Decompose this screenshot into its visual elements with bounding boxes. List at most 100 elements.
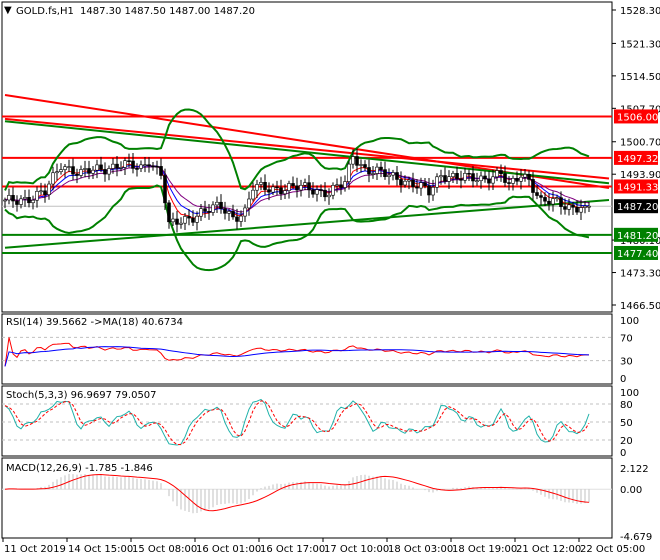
candle (347, 163, 351, 182)
rsi-tick-label: 100 (620, 316, 639, 327)
stoch-tick-label: 20 (620, 436, 633, 447)
candle (495, 170, 499, 178)
candle (167, 202, 171, 223)
candle (183, 216, 187, 224)
price-tick-label: 1521.30 (620, 39, 660, 50)
rsi-tick-label: 70 (620, 333, 633, 344)
candle (439, 175, 443, 178)
candle (539, 195, 543, 198)
candle (247, 198, 251, 209)
candle (151, 165, 155, 168)
candle (267, 189, 271, 193)
candle (363, 164, 367, 168)
candle (187, 216, 191, 219)
candle (39, 190, 43, 193)
price-tick-label: 1466.50 (620, 301, 660, 312)
candle (395, 172, 399, 180)
candle (27, 197, 31, 204)
candle (295, 185, 299, 191)
candle (559, 197, 563, 207)
candle (223, 208, 227, 214)
candle (127, 160, 131, 162)
rsi-tick-label: 30 (620, 357, 633, 368)
candle (99, 164, 103, 170)
candle (351, 156, 355, 165)
candle (563, 206, 567, 210)
candle (547, 200, 551, 205)
candle (407, 179, 411, 182)
candle (231, 211, 235, 218)
candle (423, 182, 427, 187)
candle (243, 207, 247, 217)
candle (379, 166, 383, 170)
candle (447, 176, 451, 182)
candle (419, 182, 423, 189)
candle (575, 206, 579, 213)
candle (143, 164, 147, 166)
candle (15, 200, 19, 205)
candle (23, 197, 27, 200)
candle (87, 168, 91, 174)
candle (555, 197, 559, 199)
candle (411, 179, 415, 188)
candle (471, 173, 475, 182)
candle (291, 183, 295, 187)
candle (115, 163, 119, 169)
candle (7, 195, 11, 201)
candle (171, 218, 175, 223)
candle (391, 172, 395, 176)
candle (139, 164, 143, 169)
candle (383, 169, 387, 177)
candle (511, 178, 515, 184)
candle (19, 198, 23, 205)
candle (359, 164, 363, 166)
candle (123, 160, 127, 168)
candle (11, 195, 15, 202)
stoch-tick-label: 50 (620, 418, 633, 429)
candle (159, 166, 163, 176)
candle (571, 204, 575, 208)
candle (207, 211, 211, 213)
price-level-label: 1491.33 (617, 182, 658, 193)
candle (543, 197, 547, 202)
candle (491, 176, 495, 184)
time-tick-label: 16 Oct 01:00 (196, 544, 261, 555)
candle (103, 169, 107, 175)
candle (343, 181, 347, 188)
price-level-label: 1506.00 (617, 112, 658, 123)
candle (119, 167, 123, 169)
candle (83, 168, 87, 170)
candle (215, 201, 219, 206)
candle (323, 189, 327, 198)
candle (311, 189, 315, 195)
candle (211, 204, 215, 213)
time-tick-label: 17 Oct 10:00 (324, 544, 389, 555)
candle (551, 198, 555, 205)
candle (195, 215, 199, 223)
candle (203, 208, 207, 212)
symbol-triangle-icon[interactable]: ▼ (4, 5, 12, 16)
candle (483, 175, 487, 180)
candle (219, 201, 223, 209)
candle (467, 172, 471, 175)
candle (587, 205, 591, 208)
candle (111, 163, 115, 169)
candle (339, 184, 343, 188)
price-level-label: 1497.32 (617, 154, 658, 165)
candle (503, 173, 507, 183)
candle (255, 184, 259, 191)
stoch-tick-label: 0 (620, 448, 626, 459)
candle (175, 218, 179, 225)
candle (527, 174, 531, 180)
trading-chart[interactable]: 1528.301521.301514.501507.701500.701493.… (0, 0, 660, 560)
candle (67, 166, 71, 168)
time-tick-label: 18 Oct 19:00 (452, 544, 517, 555)
candle (95, 164, 99, 171)
rsi-tick-label: 0 (620, 374, 626, 385)
candle (43, 190, 47, 195)
candle (459, 178, 463, 181)
rsi-title: RSI(14) 39.5662 ->MA(18) 40.6734 (6, 317, 183, 328)
time-tick-label: 18 Oct 03:00 (388, 544, 453, 555)
candle (47, 183, 51, 195)
time-tick-label: 14 Oct 15:00 (68, 544, 133, 555)
